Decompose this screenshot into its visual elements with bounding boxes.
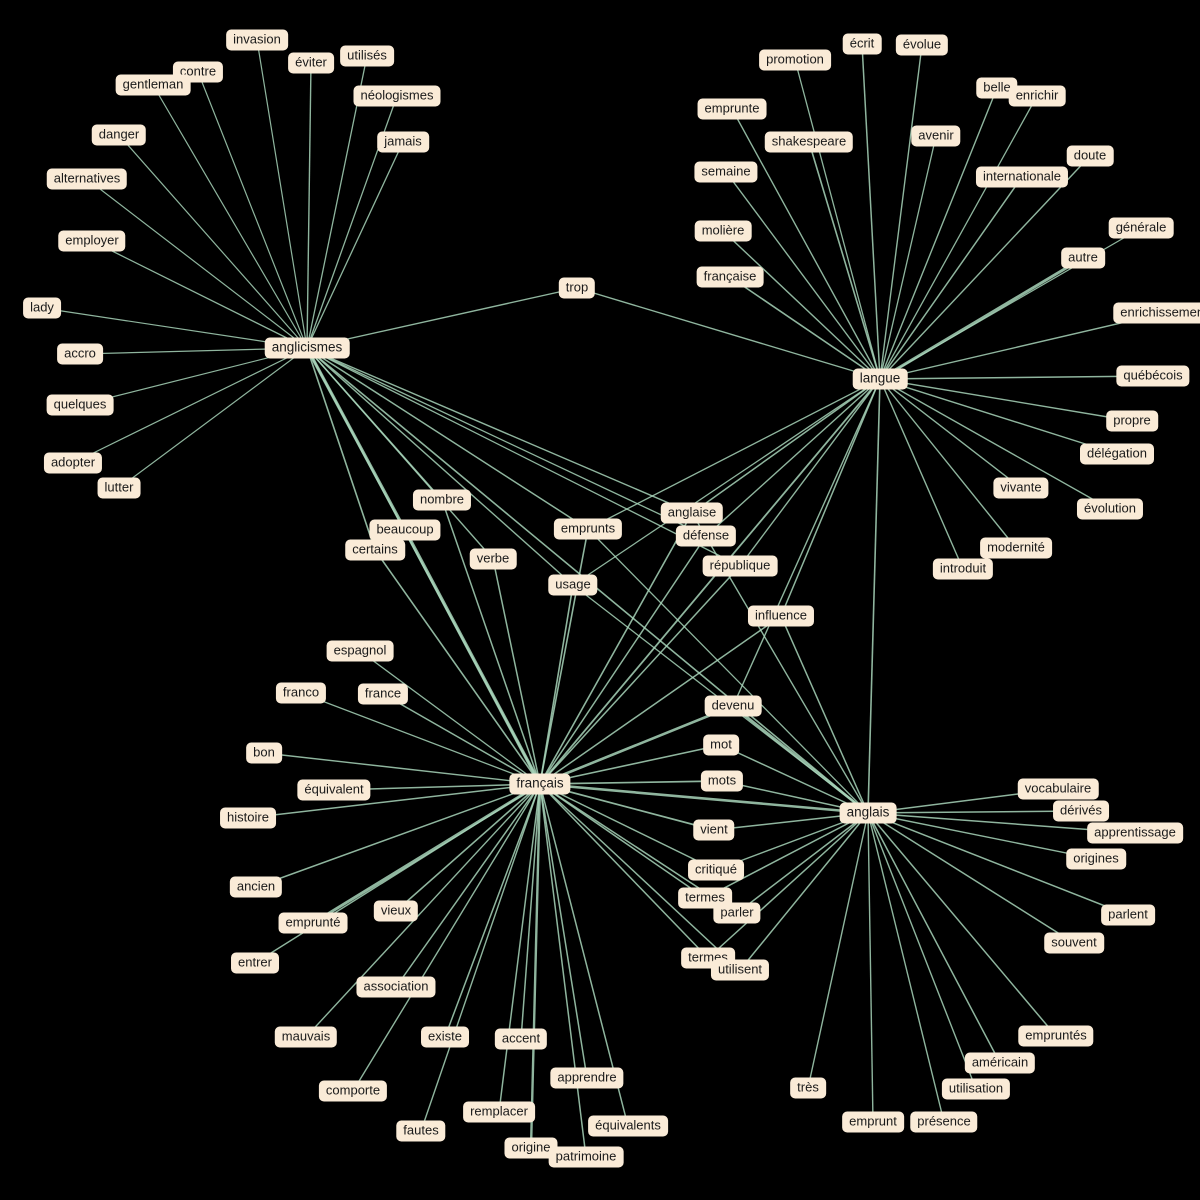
graph-node-danger[interactable]: danger	[91, 124, 147, 146]
graph-node-equivalent[interactable]: équivalent	[297, 779, 371, 801]
graph-node-certains[interactable]: certains	[345, 539, 405, 561]
graph-node-moliere[interactable]: molière	[694, 220, 752, 242]
graph-node-neologismes[interactable]: néologismes	[353, 85, 441, 107]
graph-node-histoire[interactable]: histoire	[220, 807, 276, 829]
graph-node-evolue[interactable]: évolue	[895, 34, 949, 56]
graph-node-francaise[interactable]: française	[696, 266, 764, 288]
graph-node-espagnol[interactable]: espagnol	[326, 640, 394, 662]
graph-node-tres[interactable]: très	[790, 1077, 826, 1099]
hub-node-francais[interactable]: français	[509, 773, 571, 795]
graph-node-introduit[interactable]: introduit	[932, 558, 994, 580]
graph-node-promotion[interactable]: promotion	[759, 49, 831, 71]
graph-node-accro[interactable]: accro	[57, 343, 103, 365]
graph-node-jamais[interactable]: jamais	[377, 131, 429, 153]
hub-node-anglicismes[interactable]: anglicismes	[264, 337, 350, 359]
graph-node-autre[interactable]: autre	[1061, 247, 1105, 269]
hub-node-anglais[interactable]: anglais	[839, 802, 897, 824]
graph-node-franco[interactable]: franco	[275, 682, 327, 704]
graph-node-bon[interactable]: bon	[246, 742, 282, 764]
graph-node-influence[interactable]: influence	[747, 605, 815, 627]
node-layer: anglicismes langue français anglais invasion…	[0, 0, 1200, 1200]
graph-node-delegation[interactable]: délégation	[1080, 443, 1154, 465]
graph-node-trop[interactable]: trop	[558, 277, 596, 299]
graph-node-utilisent[interactable]: utilisent	[710, 959, 770, 981]
graph-node-parlent[interactable]: parlent	[1101, 904, 1155, 926]
graph-node-propre[interactable]: propre	[1106, 410, 1158, 432]
graph-node-ancien[interactable]: ancien	[229, 876, 283, 898]
graph-node-parler[interactable]: parler	[713, 902, 761, 924]
graph-node-patrimoine[interactable]: patrimoine	[548, 1146, 624, 1168]
graph-node-existe[interactable]: existe	[421, 1026, 469, 1048]
graph-node-presence[interactable]: présence	[910, 1111, 978, 1133]
graph-node-empruntes[interactable]: empruntés	[1018, 1025, 1094, 1047]
graph-node-quebecois[interactable]: québécois	[1116, 365, 1190, 387]
graph-node-lutter[interactable]: lutter	[97, 477, 141, 499]
graph-node-internationale[interactable]: internationale	[975, 166, 1069, 188]
graph-node-france[interactable]: france	[357, 683, 409, 705]
graph-node-doute[interactable]: doute	[1066, 145, 1114, 167]
graph-node-utilisation[interactable]: utilisation	[941, 1078, 1011, 1100]
graph-node-apprentissage[interactable]: apprentissage	[1087, 822, 1183, 844]
graph-node-anglaise[interactable]: anglaise	[660, 502, 724, 524]
graph-node-critique[interactable]: critiqué	[688, 859, 744, 881]
graph-node-comporte[interactable]: comporte	[318, 1080, 388, 1102]
graph-node-avenir[interactable]: avenir	[911, 125, 961, 147]
graph-node-emprunte2[interactable]: emprunté	[278, 912, 348, 934]
graph-node-enrichir[interactable]: enrichir	[1008, 85, 1066, 107]
graph-node-mauvais[interactable]: mauvais	[274, 1026, 338, 1048]
graph-node-enrichissement[interactable]: enrichissement	[1113, 302, 1200, 324]
graph-node-utilises[interactable]: utilisés	[340, 45, 394, 67]
graph-node-emprunte[interactable]: emprunte	[697, 98, 767, 120]
graph-node-apprendre[interactable]: apprendre	[550, 1067, 624, 1089]
graph-node-invasion[interactable]: invasion	[226, 29, 288, 51]
graph-node-origines[interactable]: origines	[1066, 848, 1126, 870]
graph-node-beaucoup[interactable]: beaucoup	[369, 519, 441, 541]
graph-node-mot[interactable]: mot	[703, 734, 739, 756]
graph-node-shakespeare[interactable]: shakespeare	[764, 131, 854, 153]
graph-node-devenu[interactable]: devenu	[704, 695, 762, 717]
graph-node-generale[interactable]: générale	[1108, 217, 1174, 239]
graph-node-alternatives[interactable]: alternatives	[46, 168, 128, 190]
graph-node-derives[interactable]: dérivés	[1053, 800, 1109, 822]
network-graph: anglicismes langue français anglais invasion…	[0, 0, 1200, 1200]
graph-node-ecrit[interactable]: écrit	[842, 33, 882, 55]
graph-node-americain[interactable]: américain	[964, 1052, 1036, 1074]
graph-node-association[interactable]: association	[356, 976, 436, 998]
graph-node-mots[interactable]: mots	[700, 770, 744, 792]
graph-node-accent[interactable]: accent	[494, 1028, 548, 1050]
graph-node-souvent[interactable]: souvent	[1044, 932, 1104, 954]
graph-node-gentleman[interactable]: gentleman	[115, 74, 191, 96]
graph-node-usage[interactable]: usage	[548, 574, 598, 596]
graph-node-republique[interactable]: république	[702, 555, 778, 577]
graph-node-modernite[interactable]: modernité	[980, 537, 1052, 559]
graph-node-vient[interactable]: vient	[693, 819, 735, 841]
graph-node-eviter[interactable]: éviter	[288, 52, 334, 74]
graph-node-vieux[interactable]: vieux	[373, 900, 419, 922]
graph-node-vocabulaire[interactable]: vocabulaire	[1017, 778, 1099, 800]
graph-node-lady[interactable]: lady	[23, 297, 61, 319]
graph-node-adopter[interactable]: adopter	[43, 452, 103, 474]
graph-node-remplacer[interactable]: remplacer	[463, 1101, 535, 1123]
graph-node-emprunt[interactable]: emprunt	[842, 1111, 904, 1133]
graph-node-defense[interactable]: défense	[675, 525, 737, 547]
graph-node-evolution[interactable]: évolution	[1076, 498, 1144, 520]
graph-node-equivalents[interactable]: équivalents	[588, 1115, 668, 1137]
graph-node-entrer[interactable]: entrer	[231, 952, 279, 974]
graph-node-fautes[interactable]: fautes	[396, 1120, 446, 1142]
graph-node-nombre[interactable]: nombre	[412, 489, 472, 511]
graph-node-emprunts[interactable]: emprunts	[553, 518, 623, 540]
graph-node-vivante[interactable]: vivante	[993, 477, 1049, 499]
graph-node-quelques[interactable]: quelques	[46, 394, 114, 416]
hub-node-langue[interactable]: langue	[852, 368, 908, 390]
graph-node-employer[interactable]: employer	[58, 230, 126, 252]
graph-node-verbe[interactable]: verbe	[469, 548, 517, 570]
graph-node-semaine[interactable]: semaine	[694, 161, 758, 183]
